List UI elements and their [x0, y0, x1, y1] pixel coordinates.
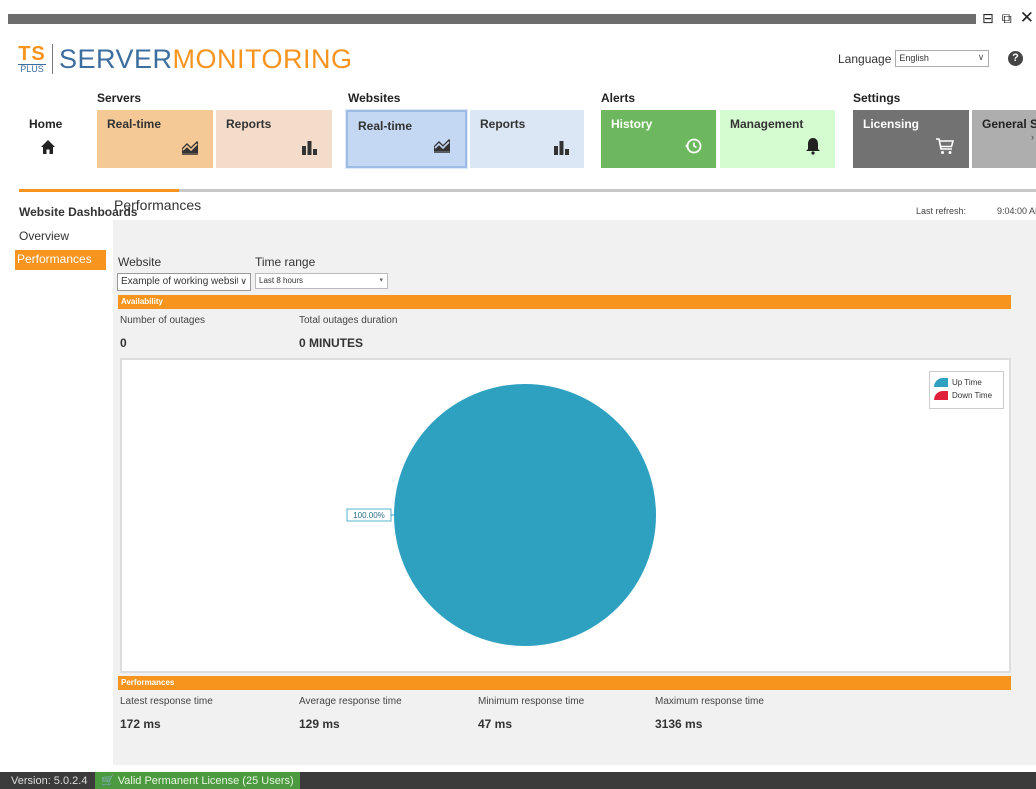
close-icon[interactable]: ✕: [1020, 9, 1034, 27]
bar-chart-icon: [301, 139, 318, 160]
realtime-chart-icon: [181, 139, 199, 160]
tile-websites-realtime-label: Real-time: [358, 119, 413, 133]
website-select-value: Example of working websit: [121, 276, 240, 287]
latest-response-label: Latest response time: [120, 696, 213, 707]
loading-progress-bar: [19, 189, 1036, 192]
chart-legend: Up Time Down Time: [929, 371, 1004, 409]
tile-websites-realtime[interactable]: Real-time: [346, 110, 467, 168]
logo-ts: TS: [18, 43, 46, 65]
outages-duration-label: Total outages duration: [299, 315, 398, 326]
tile-home[interactable]: Home: [19, 110, 77, 168]
cart-icon: [935, 137, 955, 160]
time-range-value: Last 8 hours: [259, 276, 304, 285]
time-range-select[interactable]: Last 8 hours ▾: [255, 273, 388, 289]
language-select[interactable]: English ∨: [895, 50, 990, 67]
chevron-right-icon: ›: [1031, 132, 1034, 142]
group-settings: Settings: [853, 91, 901, 105]
tile-servers-reports[interactable]: Reports: [216, 110, 332, 168]
progress-fill: [19, 189, 179, 192]
logo-word-monitoring: MONITORING: [172, 43, 353, 74]
latest-response-value: 172 ms: [120, 717, 161, 731]
window-controls: ⊟ ⧉ ✕: [976, 9, 1036, 27]
home-icon: [19, 139, 77, 160]
last-refresh-label: Last refresh:: [916, 206, 967, 216]
minimum-response-value: 47 ms: [478, 717, 513, 731]
last-refresh-value: 9:04:00 AM: [997, 206, 1036, 216]
content-title: Performances: [114, 197, 202, 213]
chevron-down-icon: ∨: [238, 276, 247, 287]
logo-word-server: SERVER: [59, 43, 173, 74]
tile-alerts-management-label: Management: [730, 117, 804, 131]
nav-overview[interactable]: Overview: [19, 229, 69, 243]
tile-alerts-history[interactable]: History: [601, 110, 716, 168]
app-logo: TS PLUS SERVER MONITORING: [18, 42, 353, 76]
performances-header: Performances: [118, 676, 1011, 690]
tile-servers-realtime-label: Real-time: [107, 117, 162, 131]
tile-websites-reports[interactable]: Reports: [470, 110, 584, 168]
legend-swatch-uptime: [934, 378, 948, 387]
legend-label-uptime: Up Time: [952, 378, 982, 387]
tile-servers-realtime[interactable]: Real-time: [97, 110, 213, 168]
bell-icon: [805, 137, 821, 160]
average-response-label: Average response time: [299, 696, 402, 707]
tile-settings-licensing[interactable]: Licensing: [853, 110, 969, 168]
availability-chart: 100.00% Up Time Down Time: [120, 358, 1011, 673]
tile-alerts-history-label: History: [611, 117, 653, 131]
legend-item-downtime: Down Time: [934, 389, 999, 402]
tile-websites-reports-label: Reports: [480, 117, 526, 131]
legend-item-uptime: Up Time: [934, 376, 999, 389]
availability-header: Availability: [118, 295, 1011, 309]
tile-settings-general-label: General S: [982, 117, 1036, 131]
group-websites: Websites: [348, 91, 401, 105]
cart-icon: 🛒: [101, 775, 115, 787]
bar-chart-icon: [553, 139, 570, 160]
title-bar: [8, 14, 1036, 24]
caret-down-icon: ▾: [379, 277, 383, 284]
tile-servers-reports-label: Reports: [226, 117, 272, 131]
tile-home-label: Home: [29, 117, 63, 131]
history-icon: [684, 137, 702, 160]
outages-count-label: Number of outages: [120, 315, 206, 326]
license-text: Valid Permanent License (25 Users): [117, 775, 294, 787]
time-range-label: Time range: [255, 255, 316, 269]
average-response-value: 129 ms: [299, 717, 340, 731]
nav-performances[interactable]: Performances: [15, 250, 106, 270]
outages-duration-value: 0 MINUTES: [299, 336, 364, 350]
maximum-response-value: 3136 ms: [655, 717, 703, 731]
pie-slice-up-time: [394, 384, 656, 646]
ts-plus-mark: TS PLUS: [18, 44, 46, 74]
language-picker: Language English ∨: [838, 50, 990, 67]
realtime-chart-icon: [433, 137, 451, 158]
tile-alerts-management[interactable]: Management: [720, 110, 835, 168]
outages-count-value: 0: [120, 336, 127, 350]
popout-icon[interactable]: ⧉: [1002, 9, 1012, 27]
data-label-uptime: 100.00%: [353, 511, 385, 520]
logo-divider: [52, 44, 53, 74]
tile-settings-licensing-label: Licensing: [863, 117, 920, 131]
pie-chart-svg: 100.00%: [346, 384, 656, 646]
website-label: Website: [118, 255, 162, 269]
maximum-response-label: Maximum response time: [655, 696, 764, 707]
language-value: English: [899, 53, 929, 63]
language-label: Language: [838, 51, 892, 66]
legend-label-downtime: Down Time: [952, 391, 993, 400]
license-badge[interactable]: 🛒 Valid Permanent License (25 Users): [95, 772, 300, 789]
help-icon[interactable]: ?: [1008, 51, 1023, 66]
minimize-icon[interactable]: ⊟: [982, 9, 994, 27]
version-label: Version: 5.0.2.4: [11, 775, 88, 787]
legend-swatch-downtime: [934, 391, 948, 400]
chevron-down-icon: ∨: [977, 52, 985, 62]
logo-plus: PLUS: [18, 64, 46, 74]
tile-settings-general[interactable]: General S ›: [972, 110, 1036, 168]
minimum-response-label: Minimum response time: [478, 696, 585, 707]
group-alerts: Alerts: [601, 91, 636, 105]
website-select[interactable]: Example of working websit ∨: [117, 273, 251, 291]
group-servers: Servers: [97, 91, 142, 105]
